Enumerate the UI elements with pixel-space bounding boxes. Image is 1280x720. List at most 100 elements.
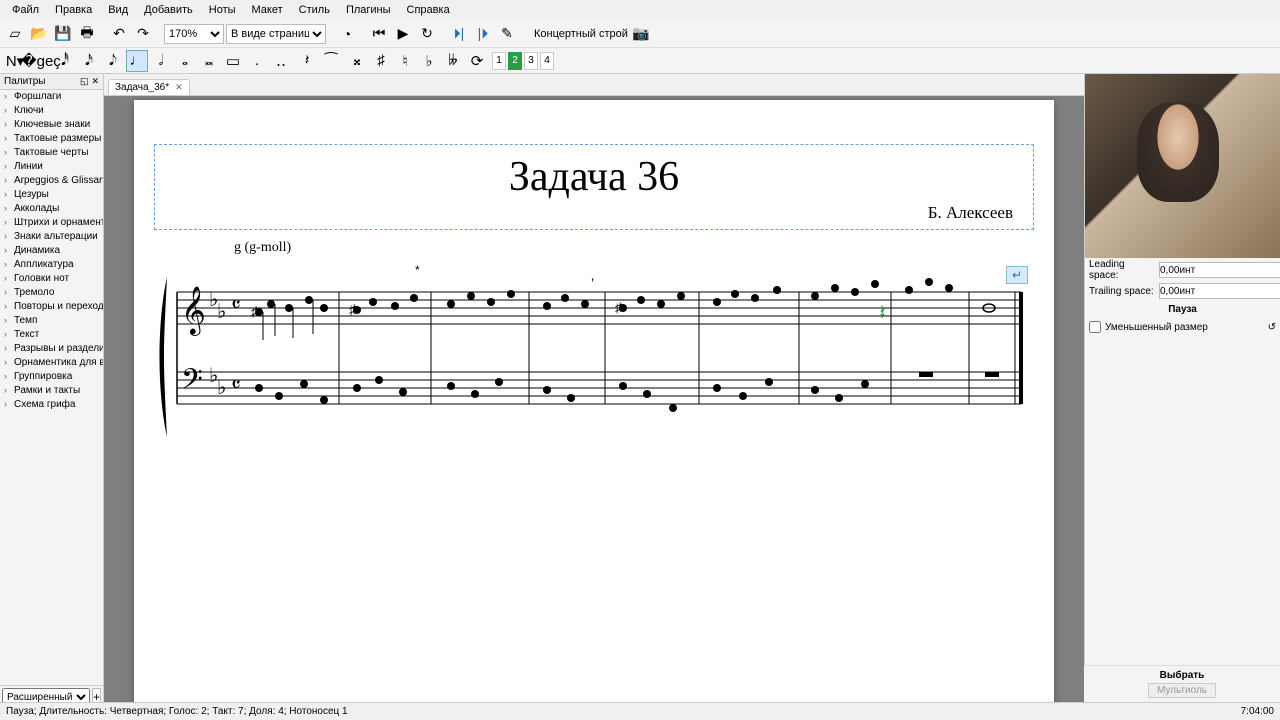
palette-item[interactable]: Arpeggios & Glissandos — [0, 174, 103, 188]
loop-end-icon[interactable]: |⏵ — [472, 23, 494, 45]
duration-32nd-icon[interactable]: 𝅘𝅥𝅰 — [54, 50, 76, 72]
palette-item[interactable]: Схема грифа — [0, 398, 103, 412]
svg-text:𝄴: 𝄴 — [231, 292, 241, 317]
menu-plugins[interactable]: Плагины — [338, 2, 399, 18]
flip-icon[interactable]: ⟳ — [466, 50, 488, 72]
inspector-footer: Выбрать Мультиоль — [1084, 665, 1280, 702]
svg-text:♯: ♯ — [349, 301, 357, 317]
duration-64th-icon[interactable]: �geç — [30, 50, 52, 72]
select-label: Выбрать — [1084, 670, 1280, 681]
tab-label: Задача_36* — [115, 82, 169, 93]
view-mode-select[interactable]: В виде страниц — [226, 24, 326, 44]
palette-item[interactable]: Динамика — [0, 244, 103, 258]
zoom-select[interactable]: 170% — [164, 24, 224, 44]
natural-icon[interactable]: ♮ — [394, 50, 416, 72]
undock-icon[interactable]: ◱ — [80, 76, 89, 87]
voice-2-button[interactable]: 2 — [508, 52, 522, 70]
palette-item[interactable]: Акколады — [0, 202, 103, 216]
menu-view[interactable]: Вид — [100, 2, 136, 18]
palette-item[interactable]: Аппликатура — [0, 258, 103, 272]
loop-start-icon[interactable]: ⏵| — [448, 23, 470, 45]
voice-4-button[interactable]: 4 — [540, 52, 554, 70]
double-flat-icon[interactable]: 𝄫 — [442, 50, 464, 72]
palette-item[interactable]: Разрывы и разделители — [0, 342, 103, 356]
rewind-icon[interactable]: ⏮ — [368, 23, 390, 45]
palette-item[interactable]: Орнаментика для волынки — [0, 356, 103, 370]
small-size-checkbox[interactable] — [1089, 321, 1101, 333]
palette-item[interactable]: Знаки альтерации — [0, 230, 103, 244]
trailing-space-input[interactable] — [1159, 283, 1280, 299]
palette-item[interactable]: Форшлаги — [0, 90, 103, 104]
palette-item[interactable]: Линии — [0, 160, 103, 174]
palette-item[interactable]: Штрихи и орнаментика — [0, 216, 103, 230]
duration-half-icon[interactable]: 𝅗𝅥 — [150, 50, 172, 72]
palette-item[interactable]: Темп — [0, 314, 103, 328]
palette-item[interactable]: Группировка — [0, 370, 103, 384]
voice-1-button[interactable]: 1 — [492, 52, 506, 70]
duration-quarter-icon[interactable]: ♩ — [126, 50, 148, 72]
palette-item[interactable]: Головки нот — [0, 272, 103, 286]
key-text[interactable]: g (g-moll) — [234, 240, 1034, 256]
duration-longa-icon[interactable]: ▭ — [222, 50, 244, 72]
tab-score[interactable]: Задача_36* ✕ — [108, 79, 190, 95]
palette-item[interactable]: Ключевые знаки — [0, 118, 103, 132]
menu-style[interactable]: Стиль — [291, 2, 338, 18]
palette-item[interactable]: Тактовые размеры — [0, 132, 103, 146]
voice-3-button[interactable]: 3 — [524, 52, 538, 70]
loop-icon[interactable]: ↻ — [416, 23, 438, 45]
print-icon[interactable]: 🖶 — [76, 23, 98, 45]
new-file-icon[interactable]: ▱ — [4, 23, 26, 45]
menu-add[interactable]: Добавить — [136, 2, 201, 18]
sharp-icon[interactable]: ♯ — [370, 50, 392, 72]
double-sharp-icon[interactable]: 𝄪 — [346, 50, 368, 72]
close-tab-icon[interactable]: ✕ — [175, 82, 183, 93]
svg-text:𝄽: 𝄽 — [879, 300, 886, 325]
close-panel-icon[interactable]: ✕ — [91, 76, 99, 87]
menu-notes[interactable]: Ноты — [201, 2, 244, 18]
duration-8th-icon[interactable]: 𝅘𝅥𝅮 — [102, 50, 124, 72]
concert-pitch-label[interactable]: Концертный строй — [534, 28, 628, 40]
svg-text:𝄞: 𝄞 — [181, 286, 206, 336]
save-icon[interactable]: 💾 — [52, 23, 74, 45]
camera-icon[interactable]: 📷 — [630, 23, 652, 45]
menu-layout[interactable]: Макет — [244, 2, 291, 18]
score-viewport[interactable]: Задача 36 Б. Алексеев g (g-moll) — [104, 96, 1084, 708]
system-break-icon[interactable]: ↵ — [1006, 266, 1028, 284]
undo-icon[interactable]: ↶ — [108, 23, 130, 45]
score-title[interactable]: Задача 36 — [175, 153, 1013, 201]
palette-item[interactable]: Тактовые черты — [0, 146, 103, 160]
tie-icon[interactable]: ⁀ — [320, 50, 342, 72]
palette-item[interactable]: Цезуры — [0, 188, 103, 202]
menu-help[interactable]: Справка — [399, 2, 458, 18]
note-input-icon[interactable]: ✎ — [496, 23, 518, 45]
svg-text:*: * — [415, 263, 420, 277]
metronome-icon[interactable]: ◔ — [336, 23, 358, 45]
duration-16th-icon[interactable]: 𝅘𝅥𝅯 — [78, 50, 100, 72]
composer-text[interactable]: Б. Алексеев — [175, 203, 1013, 223]
title-frame[interactable]: Задача 36 Б. Алексеев — [154, 144, 1034, 230]
open-file-icon[interactable]: 📂 — [28, 23, 50, 45]
status-text: Пауза; Длительность: Четвертная; Голос: … — [6, 706, 348, 717]
palette-item[interactable]: Текст — [0, 328, 103, 342]
rest-icon[interactable]: 𝄽 — [296, 50, 318, 72]
reset-small-button[interactable]: ↺ — [1268, 322, 1276, 333]
svg-text:𝄴: 𝄴 — [231, 372, 241, 397]
leading-space-input[interactable] — [1159, 262, 1280, 278]
palette-item[interactable]: Тремоло — [0, 286, 103, 300]
palette-item[interactable]: Повторы и переходы — [0, 300, 103, 314]
play-icon[interactable]: ▶ — [392, 23, 414, 45]
flat-icon[interactable]: ♭ — [418, 50, 440, 72]
palette-item[interactable]: Рамки и такты — [0, 384, 103, 398]
svg-text:♭: ♭ — [217, 301, 226, 323]
redo-icon[interactable]: ↷ — [132, 23, 154, 45]
multi-button[interactable]: Мультиоль — [1148, 683, 1216, 698]
grand-staff[interactable]: 𝄞 𝄢 ♭ ♭ ♭ ♭ 𝄴 𝄴 — [159, 262, 1029, 442]
dot-icon[interactable]: . — [246, 50, 268, 72]
menu-edit[interactable]: Правка — [47, 2, 100, 18]
duration-whole-icon[interactable]: 𝅝 — [174, 50, 196, 72]
duration-breve-icon[interactable]: 𝅜 — [198, 50, 220, 72]
palette-item[interactable]: Ключи — [0, 104, 103, 118]
double-dot-icon[interactable]: ‥ — [270, 50, 292, 72]
menu-file[interactable]: Файл — [4, 2, 47, 18]
note-entry-toolbar: N▾ �geç 𝅘𝅥𝅰 𝅘𝅥𝅯 𝅘𝅥𝅮 ♩ 𝅗𝅥 𝅝 𝅜 ▭ . ‥ 𝄽 ⁀ 𝄪… — [0, 48, 1280, 74]
